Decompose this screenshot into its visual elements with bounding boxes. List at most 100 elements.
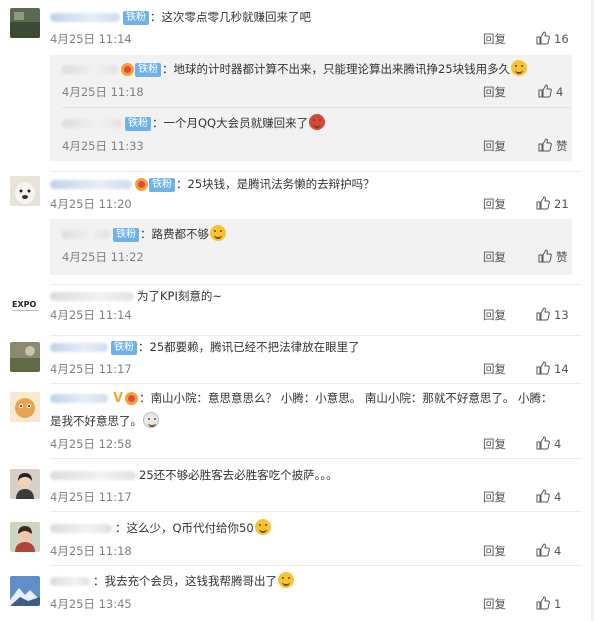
tongue-emoji-icon xyxy=(278,572,294,588)
comment-item: 铁粉 ：25块钱，是腾讯法务懒的去辩护吗？ 4月25日 11:20 回复 21 铁… xyxy=(0,172,594,285)
reply-item: 铁粉 ：一个月QQ大会员就赚回来了 4月25日 11:33 回复 赞 xyxy=(50,108,572,161)
reply-button[interactable]: 回复 xyxy=(483,360,506,378)
devil-emoji-icon xyxy=(309,114,326,130)
avatar[interactable] xyxy=(10,522,40,552)
avatar[interactable] xyxy=(10,576,40,606)
laugh-cry-emoji-icon xyxy=(511,60,528,76)
fan-badge[interactable]: 铁粉 xyxy=(111,340,137,355)
avatar[interactable] xyxy=(10,342,40,372)
like-button[interactable]: 4 xyxy=(536,542,561,560)
like-count: 14 xyxy=(554,362,569,376)
username[interactable] xyxy=(50,577,90,586)
reply-text-line: 铁粉 ：路费都不够 xyxy=(62,225,564,243)
reply-button[interactable]: 回复 xyxy=(483,248,506,266)
like-button[interactable]: 赞 xyxy=(538,137,568,155)
scared-emoji-icon xyxy=(143,411,159,428)
reply-button[interactable]: 回复 xyxy=(483,542,506,560)
crown-icon xyxy=(125,392,139,405)
username[interactable] xyxy=(50,524,112,533)
username[interactable] xyxy=(50,471,136,480)
thumb-up-icon xyxy=(538,84,552,98)
username[interactable] xyxy=(50,394,108,403)
reply-meta: 4月25日 11:18 回复 4 xyxy=(62,83,572,101)
reply-button[interactable]: 回复 xyxy=(483,137,506,155)
reply-text-line: 铁粉 ：一个月QQ大会员就赚回来了 xyxy=(62,114,564,132)
comment-item: EXPO 为了KPI刻意的~ 4月25日 11:14 回复 13 xyxy=(0,285,594,336)
like-count: 4 xyxy=(554,437,562,451)
thumb-up-icon xyxy=(536,489,550,503)
comment-item: 铁粉 ：25都要赖，腾讯已经不把法律放在眼里了 4月25日 11:17 回复 14 xyxy=(0,336,594,384)
like-button[interactable]: 21 xyxy=(536,195,569,213)
comment-text: 25块钱，是腾讯法务懒的去辩护吗？ xyxy=(187,177,375,191)
reply-text: 地球的计时器都计算不出来，只能理论算出来腾讯挣25块钱用多久 xyxy=(173,62,511,76)
like-button[interactable]: 14 xyxy=(536,360,569,378)
expo-logo-text: EXPO xyxy=(12,300,36,309)
crown-icon xyxy=(135,178,148,191)
comment-text: 为了KPI刻意的~ xyxy=(137,289,223,303)
comment-text-line: 25还不够必胜客去必胜客吃个披萨。。。 xyxy=(50,466,564,484)
username[interactable] xyxy=(50,343,108,352)
reply-button[interactable]: 回复 xyxy=(483,306,506,324)
like-count: 16 xyxy=(554,32,569,46)
like-button[interactable]: 4 xyxy=(536,488,561,506)
comment-text-line: 铁粉 ：这次零点零几秒就赚回来了吧 xyxy=(50,8,564,26)
comment-text-line: 铁粉 ：25都要赖，腾讯已经不把法律放在眼里了 xyxy=(50,338,564,356)
reply-meta: 4月25日 11:22 回复 赞 xyxy=(62,248,572,266)
fan-badge[interactable]: 铁粉 xyxy=(125,116,151,131)
comment-text: 我去充个会员，这钱我帮腾哥出了 xyxy=(104,574,278,588)
like-button[interactable]: 13 xyxy=(536,306,569,324)
fan-badge[interactable]: 铁粉 xyxy=(123,10,149,25)
comment-item: 铁粉 ：这次零点零几秒就赚回来了吧 4月25日 11:14 回复 16 铁粉 ：地球… xyxy=(0,0,594,172)
username[interactable] xyxy=(50,292,134,301)
reply-box: 铁粉 ：地球的计时器都计算不出来，只能理论算出来腾讯挣25块钱用多久 4月25日 … xyxy=(50,55,572,161)
username[interactable] xyxy=(62,65,118,74)
verified-v-icon: V xyxy=(113,390,124,406)
avatar[interactable] xyxy=(10,469,40,499)
timestamp: 4月25日 11:22 xyxy=(62,250,144,264)
comment-text: 25还不够必胜客去必胜客吃个披萨。。。 xyxy=(139,468,338,482)
comment-feed: 铁粉 ：这次零点零几秒就赚回来了吧 4月25日 11:14 回复 16 铁粉 ：地球… xyxy=(0,0,594,621)
like-button[interactable]: 4 xyxy=(536,435,561,453)
reply-button[interactable]: 回复 xyxy=(483,488,506,506)
avatar[interactable]: EXPO xyxy=(10,289,40,319)
comment-meta: 4月25日 11:20 回复 21 xyxy=(50,195,582,213)
reply-item: 铁粉 ：地球的计时器都计算不出来，只能理论算出来腾讯挣25块钱用多久 4月25日 … xyxy=(50,55,572,108)
comment-meta: 4月25日 11:14 回复 13 xyxy=(50,306,582,324)
timestamp: 4月25日 11:14 xyxy=(50,32,132,46)
comment-item: ：这么少，Q币代付给你50 4月25日 11:18 回复 4 xyxy=(0,512,594,566)
reply-button[interactable]: 回复 xyxy=(483,595,506,613)
fan-badge[interactable]: 铁粉 xyxy=(113,227,139,242)
reply-button[interactable]: 回复 xyxy=(483,435,506,453)
thumb-up-icon xyxy=(538,249,552,263)
grin-emoji-icon xyxy=(254,519,271,535)
thumb-up-icon xyxy=(536,361,550,375)
reply-button[interactable]: 回复 xyxy=(483,83,506,101)
username[interactable] xyxy=(62,230,110,239)
comment-item: V ：南山小院：意思意思么？ 小腾：小意思。 南山小院：那就不好意思了。 小腾：是… xyxy=(0,384,594,459)
like-count: 1 xyxy=(554,597,562,611)
timestamp: 4月25日 11:33 xyxy=(62,139,144,153)
comment-meta: 4月25日 11:18 回复 4 xyxy=(50,542,582,560)
username[interactable] xyxy=(62,119,122,128)
comment-meta: 4月25日 12:58 回复 4 xyxy=(50,435,582,453)
like-button[interactable]: 16 xyxy=(536,30,569,48)
avatar[interactable] xyxy=(10,8,40,38)
avatar[interactable] xyxy=(10,176,40,206)
like-count: 赞 xyxy=(556,250,568,264)
reply-button[interactable]: 回复 xyxy=(483,195,506,213)
like-button[interactable]: 4 xyxy=(538,83,563,101)
username[interactable] xyxy=(50,13,120,22)
fan-badge[interactable]: 铁粉 xyxy=(135,62,161,77)
reply-box: 铁粉 ：路费都不够 4月25日 11:22 回复 赞 xyxy=(50,219,572,275)
like-count: 21 xyxy=(554,197,569,211)
comment-text: 25都要赖，腾讯已经不把法律放在眼里了 xyxy=(149,340,360,354)
fan-badge[interactable]: 铁粉 xyxy=(149,177,175,192)
like-button[interactable]: 赞 xyxy=(538,248,568,266)
like-button[interactable]: 1 xyxy=(536,595,561,613)
reply-button[interactable]: 回复 xyxy=(483,30,506,48)
comment-text-line: ：这么少，Q币代付给你50 xyxy=(50,519,564,537)
timestamp: 4月25日 11:17 xyxy=(50,490,132,504)
avatar[interactable] xyxy=(10,392,40,422)
comment-text-line: V ：南山小院：意思意思么？ 小腾：小意思。 南山小院：那就不好意思了。 小腾：是… xyxy=(50,387,564,432)
username[interactable] xyxy=(50,180,132,189)
